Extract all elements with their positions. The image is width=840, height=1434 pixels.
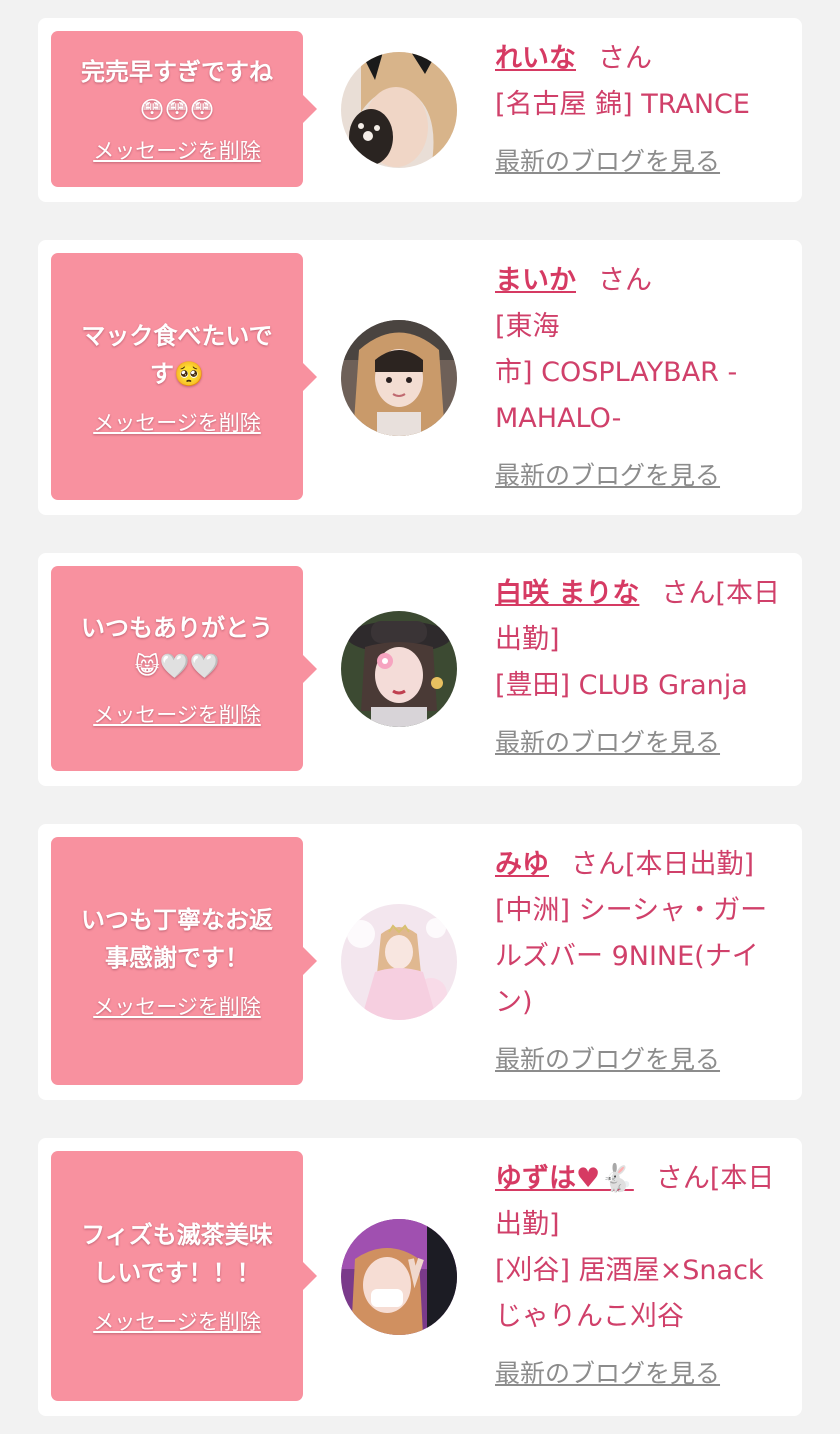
shop-name: [東海 市] COSPLAYBAR - MAHALO- — [495, 311, 738, 434]
message-card: マック食べたいで す🥺 メッセージを削除 まいか さん [東海 市] COSPLA… — [38, 240, 802, 515]
latest-blog-link[interactable]: 最新のブログを見る — [495, 142, 720, 178]
shop-name: [名古屋 錦] TRANCE — [495, 89, 750, 120]
delete-message-link[interactable]: メッセージを削除 — [93, 407, 261, 437]
delete-message-link[interactable]: メッセージを削除 — [93, 991, 261, 1021]
sender-info: まいか さん [東海 市] COSPLAYBAR - MAHALO- 最新のブログ… — [495, 258, 790, 492]
message-card: 完売早すぎですね 😳😳😳 メッセージを削除 れいな さん [名古屋 錦] TRAN… — [38, 18, 802, 202]
sender-info: ゆずは♥🐇 さん[本日出勤] [刈谷] 居酒屋×Snack じゃりんこ刈谷 最新の… — [495, 1156, 790, 1390]
sender-info: 白咲 まりな さん[本日出勤] [豊田] CLUB Granja 最新のブログを見… — [495, 571, 790, 759]
latest-blog-link[interactable]: 最新のブログを見る — [495, 723, 720, 759]
sender-name-link[interactable]: ゆずは♥🐇 — [495, 1163, 634, 1194]
avatar[interactable] — [341, 52, 457, 168]
message-bubble: フィズも滅茶美味 しいです！！！ メッセージを削除 — [51, 1151, 317, 1401]
message-text: 完売早すぎですね 😳😳😳 — [81, 58, 273, 124]
message-card: フィズも滅茶美味 しいです！！！ メッセージを削除 ゆずは♥🐇 さん[本日出勤] … — [38, 1138, 802, 1416]
sender-name-link[interactable]: 白咲 まりな — [495, 578, 639, 609]
honorific: さん[本日出勤] — [571, 849, 755, 880]
sender-info: みゆ さん[本日出勤] [中洲] シーシャ・ガールズバー 9NINE(ナイン) 最… — [495, 842, 790, 1076]
message-feed: 完売早すぎですね 😳😳😳 メッセージを削除 れいな さん [名古屋 錦] TRAN… — [0, 0, 840, 1434]
latest-blog-link[interactable]: 最新のブログを見る — [495, 1354, 720, 1390]
avatar[interactable] — [341, 611, 457, 727]
shop-name: [豊田] CLUB Granja — [495, 670, 748, 701]
delete-message-link[interactable]: メッセージを削除 — [93, 699, 261, 729]
latest-blog-link[interactable]: 最新のブログを見る — [495, 456, 720, 492]
delete-message-link[interactable]: メッセージを削除 — [93, 135, 261, 165]
avatar[interactable] — [341, 320, 457, 436]
message-bubble: マック食べたいで す🥺 メッセージを削除 — [51, 253, 317, 500]
message-text: いつも丁寧なお返 事感謝です！ — [81, 906, 273, 972]
message-bubble: いつも丁寧なお返 事感謝です！ メッセージを削除 — [51, 837, 317, 1085]
message-bubble: いつもありがとう 😸🤍🤍 メッセージを削除 — [51, 566, 317, 771]
avatar[interactable] — [341, 904, 457, 1020]
shop-name: [刈谷] 居酒屋×Snack じゃりんこ刈谷 — [495, 1255, 764, 1332]
sender-name-link[interactable]: みゆ — [495, 849, 549, 880]
avatar[interactable] — [341, 1219, 457, 1335]
honorific: さん — [598, 43, 652, 74]
message-bubble: 完売早すぎですね 😳😳😳 メッセージを削除 — [51, 31, 317, 187]
message-text: フィズも滅茶美味 しいです！！！ — [81, 1221, 273, 1287]
sender-info: れいな さん [名古屋 錦] TRANCE 最新のブログを見る — [495, 36, 790, 178]
message-text: いつもありがとう 😸🤍🤍 — [81, 613, 273, 680]
latest-blog-link[interactable]: 最新のブログを見る — [495, 1040, 720, 1076]
shop-name: [中洲] シーシャ・ガールズバー 9NINE(ナイン) — [495, 895, 768, 1018]
sender-name-link[interactable]: まいか — [495, 265, 576, 296]
honorific: さん — [598, 265, 652, 296]
message-card: いつも丁寧なお返 事感謝です！ メッセージを削除 みゆ さん[本日出勤] [中洲]… — [38, 824, 802, 1100]
delete-message-link[interactable]: メッセージを削除 — [93, 1306, 261, 1336]
message-card: いつもありがとう 😸🤍🤍 メッセージを削除 白咲 まりなさん[本日出勤] [豊 — [38, 553, 802, 786]
sender-name-link[interactable]: れいな — [495, 43, 576, 74]
message-text: マック食べたいで す🥺 — [81, 321, 273, 388]
